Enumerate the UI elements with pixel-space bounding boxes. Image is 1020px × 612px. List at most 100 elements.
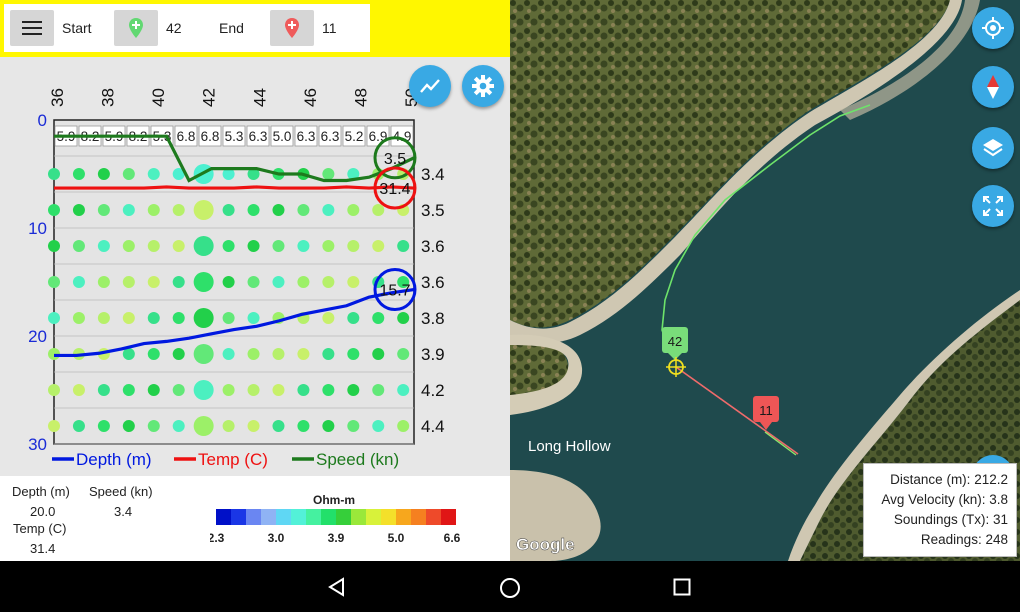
resistivity-dot [72, 384, 85, 396]
track-stats-panel: Distance (m): 212.2 Avg Velocity (kn): 3… [863, 463, 1017, 557]
speed-cell-label: 5.0 [273, 129, 292, 144]
resistivity-dot [193, 344, 214, 364]
resistivity-dot [222, 384, 235, 396]
resistivity-dot [272, 384, 285, 396]
resistivity-dot [48, 168, 60, 180]
resistivity-dot [397, 240, 410, 252]
satellite-map[interactable]: 42 11 Long Hollow Google Distance (m): 2… [510, 0, 1020, 561]
resistivity-dot [272, 348, 285, 360]
colorbar-swatch [426, 509, 441, 525]
colorbar-swatch [441, 509, 456, 525]
colorbar-swatch [246, 509, 261, 525]
plot-panel: Start 42 End 11 3638404244464850 0102030… [0, 0, 510, 561]
end-value: 11 [322, 20, 337, 36]
x-tick-label: 48 [351, 88, 370, 107]
colorbar-swatch [231, 509, 246, 525]
resistivity-dot [347, 204, 360, 216]
resistivity-dot [397, 384, 410, 396]
settings-button[interactable] [462, 65, 504, 107]
x-tick-label: 36 [48, 88, 67, 107]
my-location-button[interactable] [972, 7, 1014, 49]
resistivity-dot [172, 384, 185, 396]
resistivity-dot [397, 420, 410, 432]
back-icon[interactable] [327, 577, 347, 597]
y-tick-label: 10 [28, 219, 47, 238]
resistivity-dot [147, 312, 160, 324]
end-label: End [219, 20, 244, 36]
resistivity-dot [48, 420, 60, 432]
resistivity-dot [147, 276, 160, 288]
resistivity-dot [372, 204, 385, 216]
home-icon[interactable] [499, 577, 521, 599]
end-marker-button[interactable] [270, 10, 314, 46]
colorbar-label: 5.0 [388, 531, 405, 545]
resistivity-dot [297, 348, 310, 360]
resistivity-dot [193, 416, 214, 436]
start-value: 42 [166, 20, 182, 36]
colorbar-title: Ohm-m [313, 493, 355, 507]
resistivity-dot [193, 200, 214, 220]
menu-icon [22, 21, 42, 35]
x-tick-labels: 3638404244464850 [48, 88, 421, 107]
speed-value: 3.4 [114, 504, 133, 519]
resistivity-dot [372, 348, 385, 360]
resistivity-dot [193, 308, 214, 328]
resistivity-dot [247, 204, 260, 216]
start-marker-button[interactable] [114, 10, 158, 46]
resistivity-dot [347, 420, 360, 432]
resistivity-dot [372, 384, 385, 396]
resistivity-dot [122, 384, 135, 396]
place-label: Long Hollow [528, 438, 611, 455]
fullscreen-button[interactable] [972, 185, 1014, 227]
resistivity-dot [247, 420, 260, 432]
resistivity-dot [97, 204, 110, 216]
resistivity-dot [347, 384, 360, 396]
y-tick-label: 0 [38, 111, 47, 130]
resistivity-dot [48, 384, 60, 396]
resistivity-dot [97, 240, 110, 252]
right-axis-label: 4.2 [421, 381, 445, 400]
colorbar-swatch [321, 509, 336, 525]
colorbar-label: 3.9 [328, 531, 345, 545]
toolbar: Start 42 End 11 [0, 0, 510, 57]
end-map-marker-label: 11 [759, 403, 773, 418]
resistivity-dot [347, 240, 360, 252]
chart-button[interactable] [409, 65, 451, 107]
right-axis-label: 4.4 [421, 417, 445, 436]
colorbar-swatch [306, 509, 321, 525]
resistivity-dot [347, 312, 360, 324]
start-map-marker-label: 42 [668, 334, 682, 349]
soundings-stat: Soundings (Tx): 31 [894, 512, 1008, 527]
resistivity-dot [322, 276, 335, 288]
resistivity-dot [72, 420, 85, 432]
resistivity-dot [72, 168, 85, 180]
resistivity-dot [172, 276, 185, 288]
compass-button[interactable] [972, 66, 1014, 108]
velocity-stat: Avg Velocity (kn): 3.8 [881, 492, 1008, 507]
resistivity-dot [193, 380, 214, 400]
menu-button[interactable] [10, 10, 54, 46]
resistivity-dot [347, 348, 360, 360]
resistivity-dot [147, 384, 160, 396]
resistivity-dot [322, 204, 335, 216]
distance-stat: Distance (m): 212.2 [890, 472, 1008, 487]
right-axis-label: 3.6 [421, 273, 445, 292]
resistivity-dot [322, 420, 335, 432]
resistivity-dot [322, 240, 335, 252]
layers-button[interactable] [972, 127, 1014, 169]
resistivity-dot [97, 276, 110, 288]
readings-value: 248 [985, 532, 1008, 547]
distance-label: Distance (m): [890, 472, 971, 487]
end-pin-icon [285, 18, 299, 38]
resistivity-dot [347, 276, 360, 288]
resistivity-dot [122, 312, 135, 324]
colorbar-label: 6.6 [444, 531, 460, 545]
current-value-label: 15.7 [379, 283, 410, 300]
recents-icon[interactable] [673, 578, 691, 596]
speed-cell-label: 6.8 [177, 129, 196, 144]
resistivity-dot [247, 312, 260, 324]
current-value-label: 31.4 [379, 181, 410, 198]
resistivity-dot [397, 348, 410, 360]
right-axis-label: 3.6 [421, 237, 445, 256]
legend-label: Speed (kn) [316, 450, 399, 469]
